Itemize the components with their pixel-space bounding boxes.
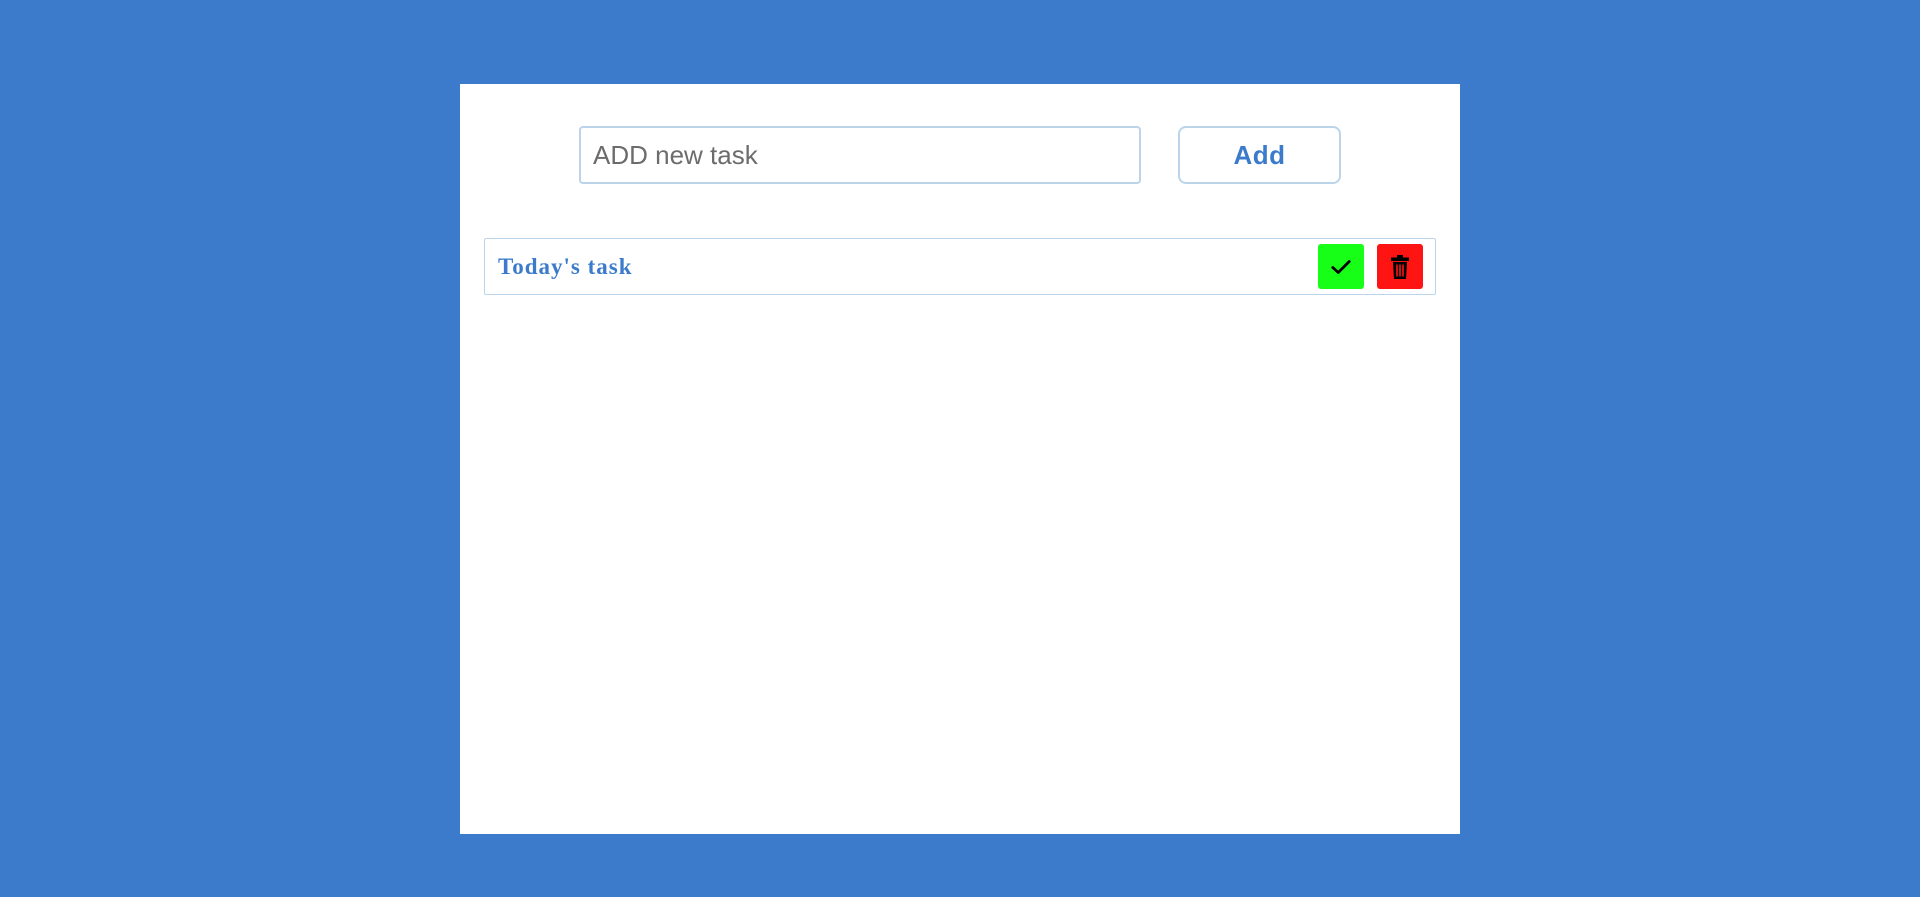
- new-task-input[interactable]: [579, 126, 1141, 184]
- check-icon: [1331, 259, 1351, 274]
- add-button[interactable]: Add: [1178, 126, 1341, 184]
- task-item: Today's task: [484, 238, 1436, 295]
- delete-task-button[interactable]: [1377, 244, 1423, 289]
- trash-icon: [1391, 254, 1409, 279]
- todo-panel: Add Today's task: [460, 84, 1460, 834]
- complete-task-button[interactable]: [1318, 244, 1364, 289]
- task-label: Today's task: [498, 254, 633, 279]
- task-list: Today's task: [484, 238, 1436, 295]
